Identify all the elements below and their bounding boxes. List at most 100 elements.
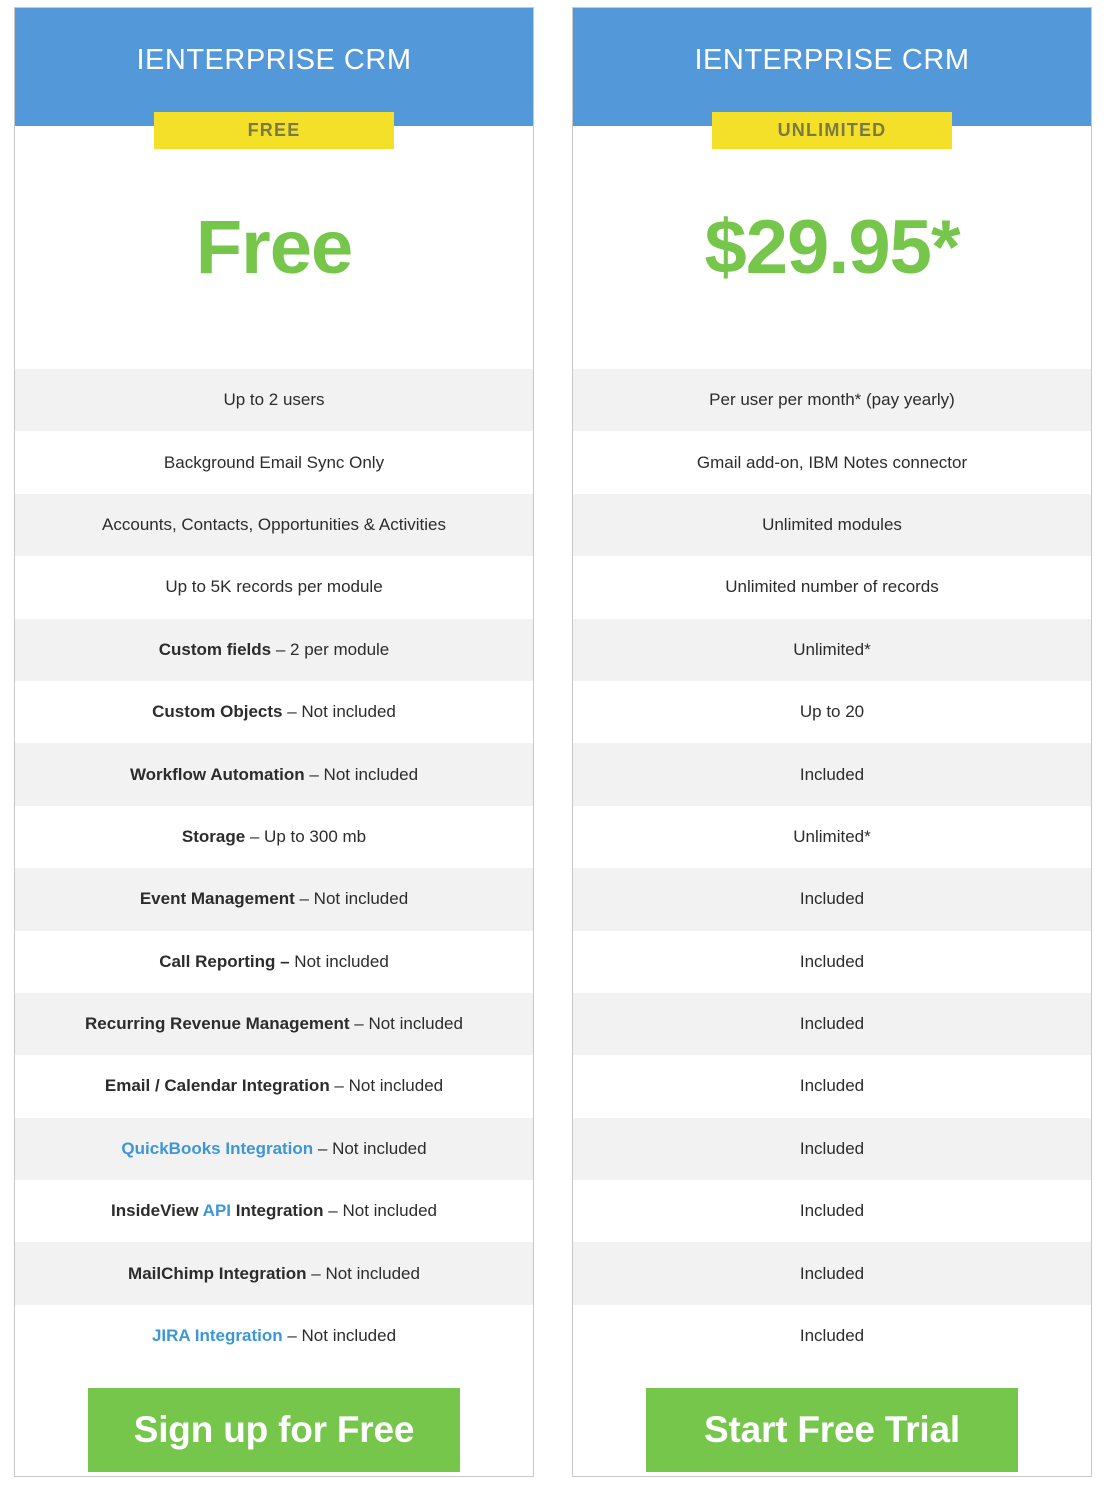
- feature-row: MailChimp Integration – Not included: [15, 1242, 533, 1305]
- feature-row: Up to 2 users: [15, 369, 533, 432]
- feature-text: Up to 20: [799, 702, 865, 722]
- pricing-plans-container: IENTERPRISE CRM FREE Free Up to 2 users Back…: [0, 0, 1108, 1495]
- feature-row: Workflow Automation – Not included: [15, 743, 533, 806]
- feature-row: Included: [573, 992, 1091, 1056]
- feature-link[interactable]: API: [203, 1201, 231, 1220]
- plan-title: IENTERPRISE CRM: [136, 44, 412, 76]
- cta-area: Sign up for Free: [15, 1367, 533, 1476]
- feature-row: Per user per month* (pay yearly): [573, 369, 1091, 432]
- feature-text: – Not included: [304, 764, 419, 784]
- feature-text: Included: [799, 1014, 865, 1034]
- feature-label: MailChimp Integration – Not included: [128, 1264, 420, 1284]
- sign-up-for-free-button[interactable]: Sign up for Free: [88, 1388, 460, 1473]
- feature-label: Unlimited modules: [762, 515, 902, 535]
- plan-price-area: Free: [15, 126, 533, 369]
- feature-text: – Not included: [282, 702, 396, 722]
- feature-label: Included: [800, 889, 864, 909]
- feature-text: Email / Calendar Integration: [104, 1076, 330, 1096]
- feature-text: Included: [799, 951, 865, 971]
- feature-row: Unlimited modules: [573, 493, 1091, 557]
- feature-row: Unlimited*: [573, 618, 1091, 681]
- feature-label: Unlimited*: [793, 640, 870, 660]
- feature-text: Event Management: [139, 889, 295, 909]
- feature-text: Per user per month* (pay yearly): [709, 390, 955, 410]
- feature-row: Call Reporting – Not included: [15, 930, 533, 993]
- feature-label: Included: [800, 1264, 864, 1284]
- feature-row: Custom fields – 2 per module: [15, 618, 533, 681]
- feature-link[interactable]: JIRA Integration: [152, 1326, 283, 1345]
- feature-text: InsideView: [111, 1201, 203, 1221]
- feature-text: – Up to 300 mb: [245, 826, 367, 846]
- feature-label: InsideView API Integration – Not include…: [111, 1201, 437, 1221]
- feature-text: Integration: [231, 1201, 324, 1221]
- feature-text: Included: [799, 1263, 865, 1283]
- feature-text: Storage: [181, 826, 246, 846]
- feature-text: Included: [799, 1138, 865, 1158]
- feature-label: Included: [800, 1014, 864, 1034]
- feature-list: Up to 2 users Background Email Sync Only A…: [15, 369, 533, 1368]
- feature-row: Accounts, Contacts, Opportunities & Acti…: [15, 493, 533, 557]
- feature-row: Included: [573, 1180, 1091, 1243]
- feature-text: – Not included: [306, 1263, 420, 1283]
- feature-text: – Not included: [282, 1326, 397, 1346]
- feature-label: Up to 20: [800, 702, 864, 722]
- feature-link[interactable]: QuickBooks Integration: [121, 1139, 313, 1158]
- feature-text: Recurring Revenue Management: [85, 1014, 350, 1034]
- feature-label: Gmail add-on, IBM Notes connector: [697, 453, 967, 473]
- feature-row: Email / Calendar Integration – Not inclu…: [15, 1055, 533, 1118]
- plan-price: $29.95*: [704, 204, 960, 290]
- feature-text: Included: [799, 889, 865, 909]
- feature-row: Unlimited number of records: [573, 556, 1091, 619]
- plan-badge-unlimited: UNLIMITED: [712, 112, 952, 149]
- feature-text: Unlimited*: [793, 639, 871, 659]
- feature-text: Included: [799, 1076, 865, 1096]
- feature-row: Storage – Up to 300 mb: [15, 805, 533, 869]
- feature-label: Storage – Up to 300 mb: [182, 827, 366, 847]
- feature-text: Unlimited modules: [762, 514, 902, 534]
- feature-text: Custom fields: [158, 639, 272, 659]
- feature-row: Event Management – Not included: [15, 868, 533, 931]
- feature-label: Included: [800, 1139, 864, 1159]
- feature-text: Workflow Automation: [129, 764, 305, 784]
- feature-label: Included: [800, 1076, 864, 1096]
- feature-label: Accounts, Contacts, Opportunities & Acti…: [102, 515, 446, 535]
- feature-text: – Not included: [323, 1201, 437, 1221]
- feature-label: Background Email Sync Only: [164, 453, 384, 473]
- feature-label: Included: [800, 765, 864, 785]
- feature-text: Gmail add-on, IBM Notes connector: [696, 452, 968, 472]
- feature-text: Included: [799, 1326, 865, 1346]
- feature-text: Call Reporting –: [159, 951, 290, 971]
- feature-row: Up to 5K records per module: [15, 556, 533, 619]
- feature-label: Event Management – Not included: [140, 889, 408, 909]
- feature-label: Included: [800, 1201, 864, 1221]
- feature-text: – 2 per module: [271, 639, 390, 659]
- feature-label: Workflow Automation – Not included: [130, 765, 418, 785]
- cta-area: Start Free Trial: [573, 1367, 1091, 1476]
- feature-text: Accounts, Contacts, Opportunities & Acti…: [102, 514, 446, 534]
- feature-row: Background Email Sync Only: [15, 431, 533, 494]
- feature-text: Background Email Sync Only: [163, 452, 385, 472]
- feature-label: Unlimited*: [793, 827, 870, 847]
- start-free-trial-button[interactable]: Start Free Trial: [646, 1388, 1018, 1473]
- feature-label: Included: [800, 1326, 864, 1346]
- feature-row: JIRA Integration – Not included: [15, 1304, 533, 1368]
- feature-label: Up to 2 users: [223, 390, 324, 410]
- feature-text: Custom Objects: [152, 702, 283, 722]
- feature-row: Gmail add-on, IBM Notes connector: [573, 431, 1091, 494]
- feature-text: – Not included: [294, 889, 409, 909]
- feature-text: – Not included: [329, 1076, 444, 1096]
- feature-row: InsideView API Integration – Not include…: [15, 1180, 533, 1243]
- feature-row: Unlimited*: [573, 805, 1091, 869]
- plan-card-unlimited: IENTERPRISE CRM UNLIMITED $29.95* Per user …: [572, 7, 1092, 1477]
- plan-header-unlimited: IENTERPRISE CRM: [573, 8, 1091, 126]
- feature-label: Custom Objects – Not included: [152, 702, 396, 722]
- feature-row: Custom Objects – Not included: [15, 680, 533, 744]
- feature-row: Included: [573, 868, 1091, 931]
- feature-label: Email / Calendar Integration – Not inclu…: [105, 1076, 443, 1096]
- feature-text: Up to 5K records per module: [165, 577, 383, 597]
- feature-label: Custom fields – 2 per module: [159, 640, 390, 660]
- plan-header-free: IENTERPRISE CRM: [15, 8, 533, 126]
- feature-text: Up to 2 users: [223, 390, 325, 410]
- feature-row: Included: [573, 1304, 1091, 1368]
- feature-row: QuickBooks Integration – Not included: [15, 1117, 533, 1181]
